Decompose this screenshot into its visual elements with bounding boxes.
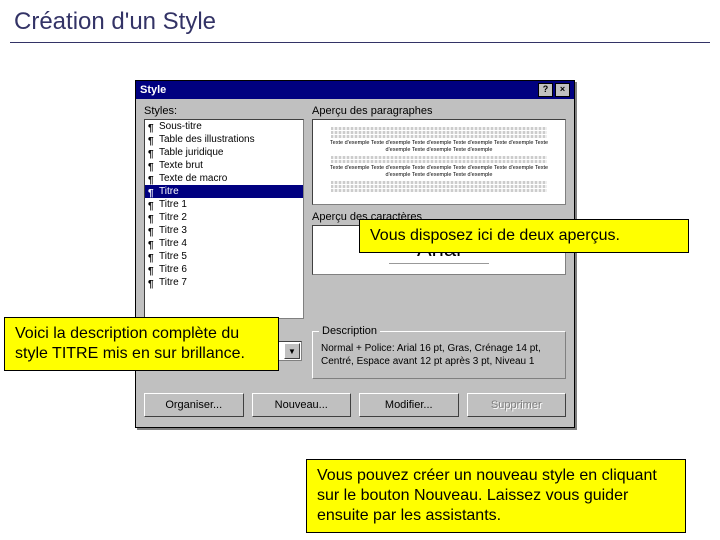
description-text: Normal + Police: Arial 16 pt, Gras, Crén… (321, 342, 557, 368)
list-item[interactable]: ¶Sous-titre (145, 120, 303, 133)
chevron-down-icon[interactable]: ▼ (284, 343, 300, 359)
nouveau-button[interactable]: Nouveau... (252, 393, 352, 417)
paragraph-icon: ¶ (148, 136, 156, 144)
paragraph-icon: ¶ (148, 227, 156, 235)
list-item[interactable]: ¶Texte brut (145, 159, 303, 172)
paragraph-icon: ¶ (148, 175, 156, 183)
callout-description: Voici la description complète du style T… (4, 317, 279, 371)
list-item[interactable]: ¶Titre 2 (145, 211, 303, 224)
paragraph-icon: ¶ (148, 214, 156, 222)
styles-label: Styles: (144, 105, 304, 117)
dialog-titlebar: Style ? × (136, 81, 574, 99)
modifier-button[interactable]: Modifier... (359, 393, 459, 417)
paragraph-icon: ¶ (148, 266, 156, 274)
dialog-title: Style (140, 84, 536, 96)
list-item[interactable]: ¶Titre 3 (145, 224, 303, 237)
styles-listbox[interactable]: ¶Sous-titre ¶Table des illustrations ¶Ta… (144, 119, 304, 319)
page-title: Création d'un Style (0, 0, 720, 42)
list-item[interactable]: ¶Titre 6 (145, 263, 303, 276)
organiser-button[interactable]: Organiser... (144, 393, 244, 417)
paragraph-icon: ¶ (148, 279, 156, 287)
callout-previews: Vous disposez ici de deux aperçus. (359, 219, 689, 253)
description-group: Normal + Police: Arial 16 pt, Gras, Crén… (312, 331, 566, 379)
list-item[interactable]: ¶Titre 1 (145, 198, 303, 211)
callout-nouveau: Vous pouvez créer un nouveau style en cl… (306, 459, 686, 533)
style-dialog: Style ? × Styles: ¶Sous-titre ¶Table des… (135, 80, 575, 428)
title-rule (10, 42, 710, 43)
close-button[interactable]: × (555, 83, 570, 97)
paragraph-icon: ¶ (148, 162, 156, 170)
paragraph-icon: ¶ (148, 201, 156, 209)
list-item[interactable]: ¶Titre 7 (145, 276, 303, 289)
list-item[interactable]: ¶Texte de macro (145, 172, 303, 185)
list-item[interactable]: ¶Titre 4 (145, 237, 303, 250)
paragraph-icon: ¶ (148, 253, 156, 261)
paragraph-icon: ¶ (148, 123, 156, 131)
paragraph-icon: ¶ (148, 149, 156, 157)
paragraph-icon: ¶ (148, 188, 156, 196)
paragraph-preview-label: Aperçu des paragraphes (312, 105, 566, 117)
help-button[interactable]: ? (538, 83, 553, 97)
list-item[interactable]: ¶Table des illustrations (145, 133, 303, 146)
list-item-selected[interactable]: ¶Titre (145, 185, 303, 198)
list-item[interactable]: ¶Titre 5 (145, 250, 303, 263)
paragraph-icon: ¶ (148, 240, 156, 248)
list-item[interactable]: ¶Table juridique (145, 146, 303, 159)
paragraph-preview: Texte d'exemple Texte d'exemple Texte d'… (312, 119, 566, 205)
supprimer-button[interactable]: Supprimer (467, 393, 567, 417)
